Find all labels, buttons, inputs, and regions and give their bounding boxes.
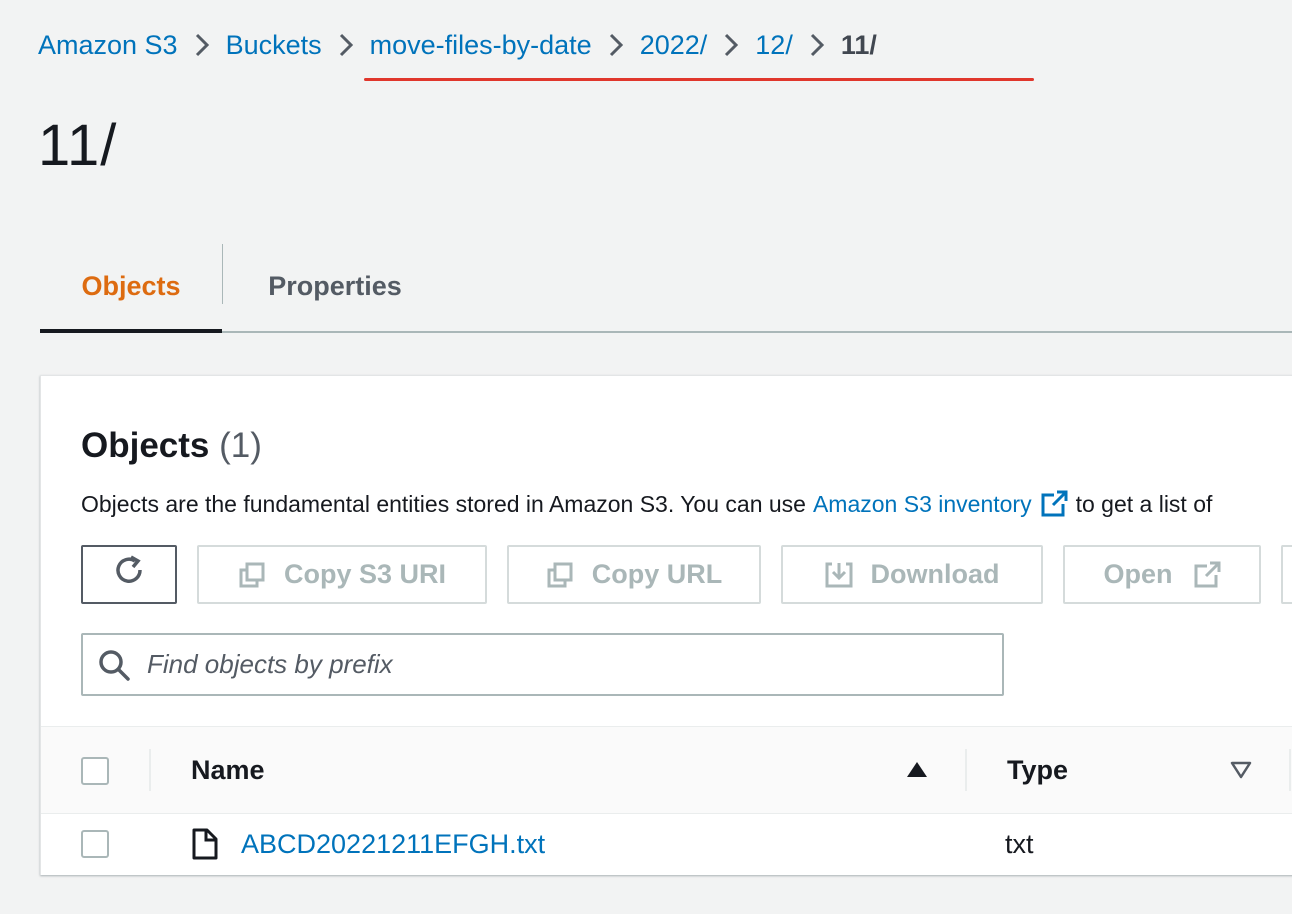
chevron-right-icon: [603, 31, 629, 59]
refresh-button[interactable]: [81, 545, 177, 604]
breadcrumb-folder-year[interactable]: 2022/: [640, 30, 708, 61]
objects-count: (1): [219, 426, 262, 465]
refresh-icon: [111, 553, 147, 596]
external-link-icon[interactable]: [1040, 490, 1068, 518]
tab-properties[interactable]: Properties: [223, 242, 447, 331]
copy-s3-uri-label: Copy S3 URI: [283, 559, 447, 589]
annotation-underline: [364, 78, 1034, 81]
row-checkbox[interactable]: [81, 830, 109, 858]
column-divider: [965, 749, 967, 791]
breadcrumb-current: 11/: [840, 29, 877, 60]
download-icon: [825, 561, 853, 589]
copy-url-label: Copy URL: [591, 559, 723, 589]
breadcrumb-buckets[interactable]: Buckets: [226, 30, 322, 61]
column-divider: [1289, 749, 1291, 791]
description-text: Objects are the fundamental entities sto…: [81, 490, 806, 517]
chevron-right-icon: [189, 31, 215, 59]
copy-s3-uri-button[interactable]: Copy S3 URI: [197, 545, 487, 604]
breadcrumb-amazon-s3[interactable]: Amazon S3: [38, 30, 178, 61]
search-icon: [97, 648, 131, 682]
breadcrumb-bucket-name[interactable]: move-files-by-date: [370, 30, 592, 61]
column-header-type[interactable]: Type: [1007, 755, 1068, 786]
file-icon: [191, 828, 219, 860]
chevron-right-icon: [804, 31, 830, 59]
objects-description: Objects are the fundamental entities sto…: [81, 490, 1212, 518]
column-header-name[interactable]: Name: [191, 755, 265, 786]
open-label: Open: [1103, 559, 1173, 589]
breadcrumb-folder-month[interactable]: 12/: [755, 30, 793, 61]
breadcrumb: Amazon S3 Buckets move-files-by-date 202…: [38, 22, 877, 68]
more-actions-button[interactable]: [1281, 545, 1292, 604]
s3-console-page: Amazon S3 Buckets move-files-by-date 202…: [0, 0, 1292, 914]
objects-panel: Objects (1) Objects are the fundamental …: [40, 375, 1292, 875]
sort-ascending-icon[interactable]: [905, 760, 929, 780]
object-name-link[interactable]: ABCD20221211EFGH.txt: [241, 829, 545, 860]
external-link-icon: [1193, 561, 1221, 589]
copy-icon: [238, 561, 266, 589]
copy-url-button[interactable]: Copy URL: [507, 545, 761, 604]
description-text-end: to get a list of: [1075, 490, 1213, 517]
objects-title-text: Objects: [81, 426, 210, 465]
open-button[interactable]: Open: [1063, 545, 1261, 604]
table-row: ABCD20221211EFGH.txt txt: [41, 814, 1292, 875]
tab-objects[interactable]: Objects: [40, 242, 222, 333]
objects-panel-title: Objects (1): [81, 426, 262, 466]
chevron-right-icon: [718, 31, 744, 59]
sort-descending-icon[interactable]: [1229, 760, 1253, 780]
download-label: Download: [870, 559, 1000, 589]
table-header: Name Type: [41, 726, 1292, 814]
page-title: 11/: [38, 113, 118, 178]
object-type: txt: [1005, 829, 1034, 859]
search-field: [81, 633, 1004, 696]
tab-bar: Objects Properties: [40, 242, 1292, 333]
inventory-link[interactable]: Amazon S3 inventory: [813, 491, 1032, 518]
select-all-checkbox[interactable]: [81, 757, 109, 785]
chevron-right-icon: [333, 31, 359, 59]
copy-icon: [546, 561, 574, 589]
column-divider: [149, 749, 151, 791]
download-button[interactable]: Download: [781, 545, 1043, 604]
search-input[interactable]: [147, 649, 967, 680]
